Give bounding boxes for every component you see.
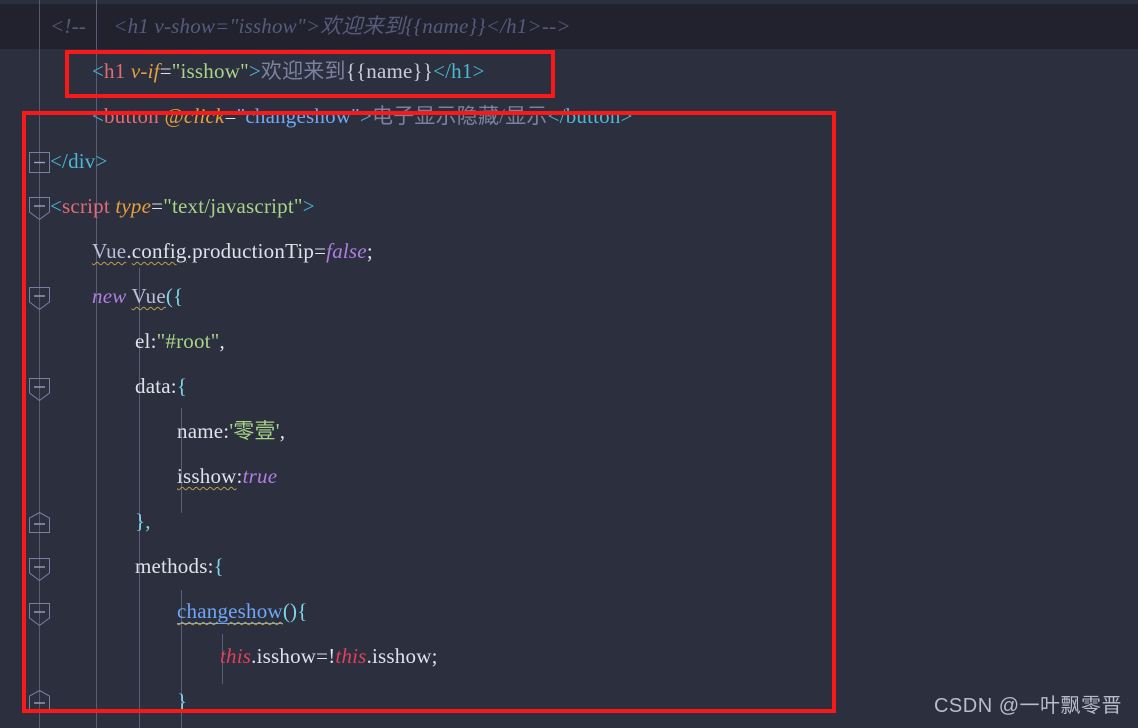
button-attr-value: "changeshow" [236,104,360,128]
button-chinese-text: 电子显示隐藏/显示 [371,104,548,128]
changeshow-parens: () [282,599,298,623]
h1-end-tag: </h1> [433,59,485,83]
fold-marker-data-close[interactable] [29,512,50,533]
code-line-name[interactable]: name:'零壹', [177,409,285,454]
code-line-methods[interactable]: methods:{ [135,544,224,589]
methods-open-brace: { [213,554,224,578]
data-close-brace: }, [135,509,151,533]
button-end-tag: </button> [547,104,633,128]
fold-marker-method-close[interactable] [29,690,50,713]
code-line-method-close[interactable]: } [177,679,187,724]
el-value: "#root" [156,329,220,353]
div-close-tag: </div> [50,149,108,173]
script-attr-type: type [115,194,152,218]
name-key: name [177,419,224,443]
button-tag-name: button [104,104,159,128]
name-comma: , [279,419,286,443]
h1-close-bracket: > [248,59,261,83]
isshow-key: isshow [177,464,237,488]
vue-config-prop: config [131,239,187,263]
data-key: data [135,374,171,398]
this-keyword-right: this [335,644,367,668]
vue-production-tip-prop: productionTip [192,239,315,263]
methods-key: methods [135,554,208,578]
fold-marker-data[interactable] [29,378,50,401]
button-open-bracket: < [92,104,105,128]
fold-marker-methods[interactable] [29,558,50,581]
script-attr-value: "text/javascript" [163,194,303,218]
code-line-el[interactable]: el:"#root", [135,319,225,364]
fold-marker-div-close[interactable] [29,152,50,173]
button-equals: = [224,104,237,128]
code-line-h1[interactable]: <h1 v-if="isshow">欢迎来到{{name}}</h1> [92,49,485,94]
code-line-button[interactable]: <button @click="changeshow">电子显示隐藏/显示</b… [92,94,633,139]
isshow-prop-left: .isshow [251,644,317,668]
h1-tag-name: h1 [104,59,126,83]
toggle-semicolon: ; [431,644,438,668]
fold-marker-changeshow[interactable] [29,603,50,626]
this-keyword-left: this [220,644,252,668]
h1-attr-value: "isshow" [171,59,249,83]
vue-global-object: Vue [92,239,127,263]
toggle-equals: = [316,644,329,668]
button-close-bracket: > [359,104,372,128]
fold-marker-script-open[interactable] [29,197,50,220]
h1-open-bracket: < [92,59,105,83]
code-line-script-open[interactable]: <script type="text/javascript"> [50,184,315,229]
screenshot-root: <!-- <h1 v-show="isshow">欢迎来到{{name}}</h… [0,0,1138,728]
isshow-value: true [242,464,278,488]
script-equals: = [151,194,164,218]
h1-chinese-text: 欢迎来到 [260,59,346,83]
code-line-changeshow[interactable]: changeshow(){ [177,589,307,634]
changeshow-method-name: changeshow [177,599,283,624]
h1-interpolation: {{name}} [345,59,434,83]
code-line-comment[interactable]: <!-- <h1 v-show="isshow">欢迎来到{{name}}</h… [50,4,571,49]
code-line-data-close[interactable]: }, [135,499,151,544]
script-tag-name: script [62,194,110,218]
code-line-isshow[interactable]: isshow:true [177,454,277,499]
code-line-data[interactable]: data:{ [135,364,187,409]
method-close-brace: } [177,689,188,713]
production-tip-semicolon: ; [366,239,373,263]
fold-marker-new-vue[interactable] [29,287,50,310]
new-vue-open-paren: ({ [165,284,184,308]
code-line-div-close[interactable]: </div> [50,139,108,184]
data-open-brace: { [176,374,188,398]
code-line-toggle[interactable]: this.isshow=!this.isshow; [220,634,438,679]
script-open-bracket: < [50,194,63,218]
name-value: '零壹' [229,419,280,443]
code-line-new-vue[interactable]: new Vue({ [92,274,183,319]
isshow-prop-right: .isshow [366,644,432,668]
watermark: CSDN @一叶飘零晋 [933,695,1122,717]
code-line-production-tip[interactable]: Vue.config.productionTip=false; [92,229,373,274]
changeshow-open-brace: { [297,599,308,623]
script-close-bracket: > [302,194,315,218]
h1-equals: = [159,59,172,83]
h1-attr-v-if: v-if [130,59,160,83]
new-keyword: new [92,284,127,308]
vue-constructor: Vue [131,284,166,308]
el-comma: , [219,329,225,353]
production-tip-value: false [326,239,367,263]
production-tip-equals: = [314,239,327,263]
comment-token: <!-- <h1 v-show="isshow">欢迎来到{{name}}</h… [50,14,571,38]
el-key: el [135,329,151,353]
button-attr-click: @click [164,104,225,128]
